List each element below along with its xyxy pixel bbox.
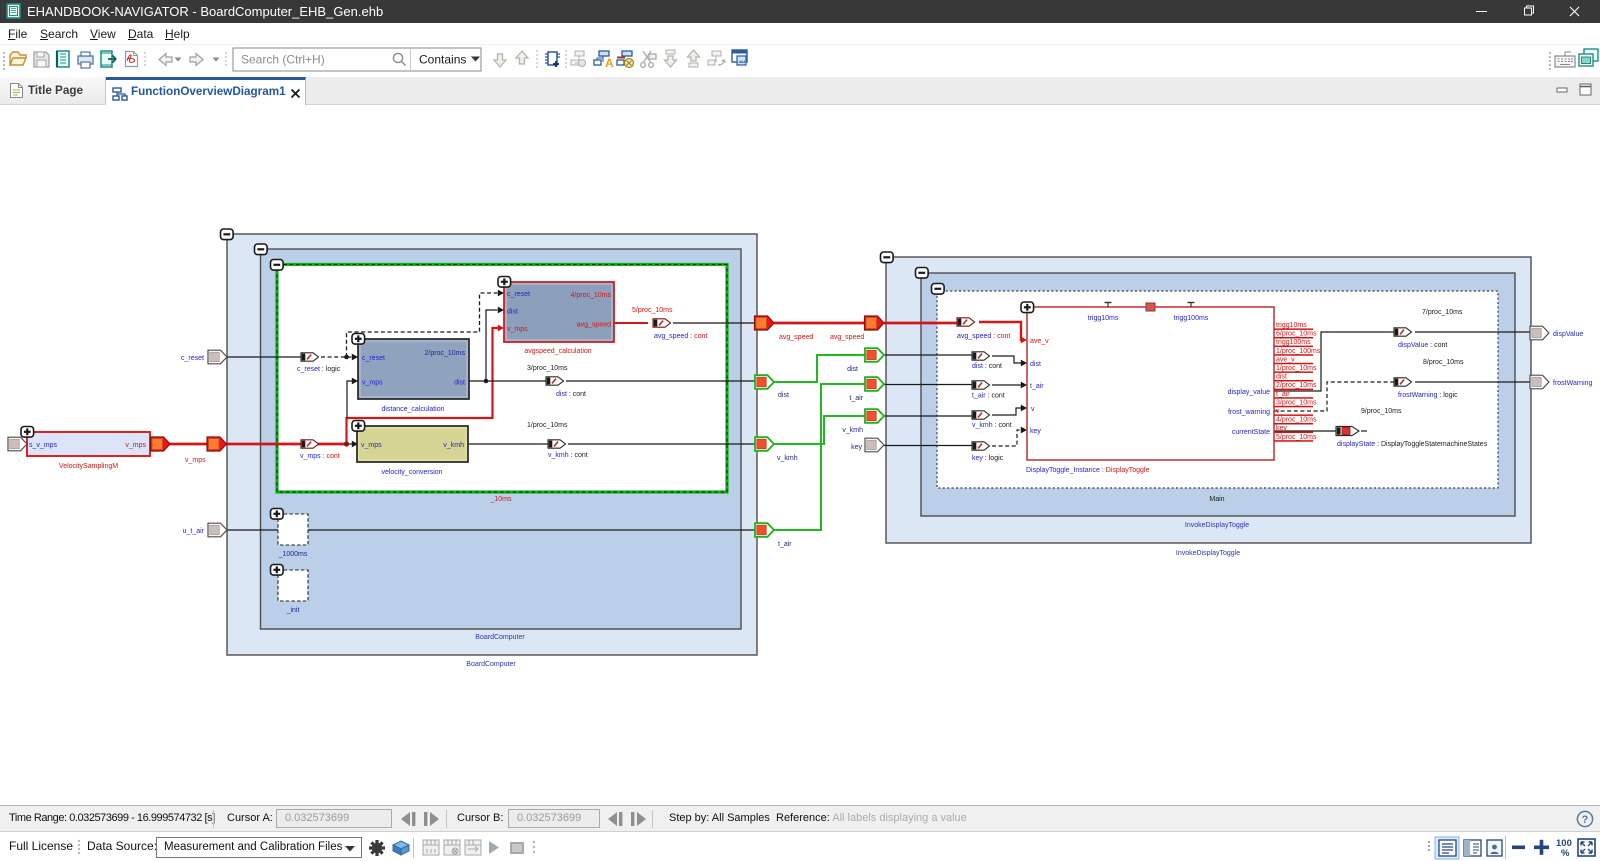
svg-text:%: % <box>1561 848 1570 859</box>
svg-text:distance_calculation: distance_calculation <box>381 406 444 413</box>
svg-text:dist: dist <box>1276 374 1287 381</box>
svg-text:currentState: currentState <box>1232 429 1270 436</box>
svg-text:Contains: Contains <box>419 53 466 67</box>
svg-text:7/proc_10ms: 7/proc_10ms <box>1422 309 1463 316</box>
svg-text:dist: dist <box>454 380 465 387</box>
svg-text:display_value: display_value <box>1228 389 1271 396</box>
svg-text:t_air: t_air <box>1030 383 1044 390</box>
svg-text:v: v <box>1031 406 1035 413</box>
svg-text:5/proc_10ms: 5/proc_10ms <box>632 307 673 314</box>
svg-text:key: key <box>851 444 862 451</box>
svg-text:4/proc_10ms: 4/proc_10ms <box>1276 417 1317 424</box>
svg-text:t_air : cont: t_air : cont <box>972 393 1005 400</box>
svg-text:trigg100ms: trigg100ms <box>1276 339 1311 346</box>
svg-text:avg_speed: avg_speed <box>779 334 813 341</box>
svg-text:c_reset: c_reset <box>507 291 530 298</box>
svg-text:_init: _init <box>286 607 300 614</box>
svg-text:Main: Main <box>1209 496 1224 503</box>
svg-text:6/proc_10ms: 6/proc_10ms <box>1276 331 1317 338</box>
svg-text:key: key <box>1030 428 1041 435</box>
svg-text:u_t_air: u_t_air <box>183 528 205 535</box>
svg-text:key : logic: key : logic <box>972 455 1004 462</box>
svg-text:avg_speed : cont: avg_speed : cont <box>654 333 707 340</box>
svg-text:ave_v: ave_v <box>1276 356 1295 363</box>
svg-text:InvokeDisplayToggle: InvokeDisplayToggle <box>1176 550 1240 557</box>
svg-text:dist : cont: dist : cont <box>972 363 1002 370</box>
svg-text:ave_v: ave_v <box>1030 338 1049 345</box>
svg-text:c_reset : logic: c_reset : logic <box>297 366 341 373</box>
svg-text:v_mps: v_mps <box>362 380 383 387</box>
svg-text:v_mps: v_mps <box>507 326 528 333</box>
svg-text:2/proc_10ms: 2/proc_10ms <box>425 350 466 357</box>
svg-text:InvokeDisplayToggle: InvokeDisplayToggle <box>1185 522 1249 529</box>
svg-text:1/proc_10ms: 1/proc_10ms <box>527 422 568 429</box>
svg-text:frostWarning: frostWarning <box>1553 380 1593 387</box>
svg-text:_10ms: _10ms <box>489 496 512 503</box>
svg-text:avg_speed: avg_speed <box>830 334 864 341</box>
svg-text:3/proc_10ms: 3/proc_10ms <box>527 365 568 372</box>
svg-text:t_air: t_air <box>1276 391 1290 398</box>
svg-text:avgspeed_calculation: avgspeed_calculation <box>524 348 591 355</box>
svg-text:v: v <box>1276 408 1280 415</box>
svg-text:v_kmh : cont: v_kmh : cont <box>548 452 588 459</box>
svg-text:dist: dist <box>778 392 789 399</box>
svg-text:dist: dist <box>847 366 858 373</box>
svg-text:Search (Ctrl+H): Search (Ctrl+H) <box>241 53 325 67</box>
svg-text:4/proc_10ms: 4/proc_10ms <box>571 292 612 299</box>
svg-text:dispValue: dispValue <box>1553 331 1583 338</box>
svg-text:5/proc_10ms: 5/proc_10ms <box>1276 434 1317 441</box>
svg-text:DisplayToggle_Instance : Displ: DisplayToggle_Instance : DisplayToggle <box>1026 467 1149 474</box>
svg-text:frost_warning: frost_warning <box>1228 409 1270 416</box>
svg-text:trigg10ms: trigg10ms <box>1088 315 1119 322</box>
svg-text:dispValue : cont: dispValue : cont <box>1398 342 1447 349</box>
svg-text:dist: dist <box>507 309 518 316</box>
svg-text:displayState : DisplayToggleSt: displayState : DisplayToggleStatemachine… <box>1337 441 1488 448</box>
svg-text:v_mps : cont: v_mps : cont <box>300 453 340 460</box>
svg-text:key: key <box>1276 425 1287 432</box>
svg-text:1/proc_100ms: 1/proc_100ms <box>1276 348 1321 355</box>
svg-text:dist : cont: dist : cont <box>556 391 586 398</box>
svg-text:avg_speed: avg_speed <box>577 322 611 329</box>
svg-text:?: ? <box>1582 814 1589 826</box>
svg-text:s_v_mps: s_v_mps <box>29 442 58 449</box>
svg-text:c_reset: c_reset <box>181 355 204 362</box>
svg-text:A: A <box>605 56 614 70</box>
svg-text:v_mps: v_mps <box>361 442 382 449</box>
svg-text:1/proc_10ms: 1/proc_10ms <box>1276 365 1317 372</box>
svg-text:v_mps: v_mps <box>185 457 206 464</box>
svg-text:trigg100ms: trigg100ms <box>1174 315 1209 322</box>
svg-text:c_reset: c_reset <box>362 355 385 362</box>
svg-text:velocity_conversion: velocity_conversion <box>381 469 442 476</box>
svg-text:BoardComputer: BoardComputer <box>475 634 525 641</box>
svg-text:3/proc_10ms: 3/proc_10ms <box>1276 399 1317 406</box>
svg-text:_1000ms: _1000ms <box>278 551 308 558</box>
svg-text:t_air: t_air <box>778 541 792 548</box>
svg-text:avg_speed : cont: avg_speed : cont <box>957 333 1010 340</box>
svg-text:v_kmh: v_kmh <box>777 455 798 462</box>
svg-text:t_air: t_air <box>849 395 863 402</box>
svg-text:8/proc_10ms: 8/proc_10ms <box>1423 359 1464 366</box>
svg-text:VelocitySamplingM: VelocitySamplingM <box>59 463 118 470</box>
svg-text:9/proc_10ms: 9/proc_10ms <box>1361 408 1402 415</box>
svg-text:v_mps: v_mps <box>125 442 146 449</box>
svg-text:v_kmh : cont: v_kmh : cont <box>972 422 1012 429</box>
svg-text:2/proc_10ms: 2/proc_10ms <box>1276 382 1317 389</box>
svg-text:frostWarning : logic: frostWarning : logic <box>1398 392 1458 399</box>
svg-text:dist: dist <box>1030 361 1041 368</box>
svg-text:v_kmh: v_kmh <box>842 427 863 434</box>
svg-text:v_kmh: v_kmh <box>443 442 464 449</box>
svg-text:BoardComputer: BoardComputer <box>466 661 516 668</box>
svg-text:trigg10ms: trigg10ms <box>1276 322 1307 329</box>
